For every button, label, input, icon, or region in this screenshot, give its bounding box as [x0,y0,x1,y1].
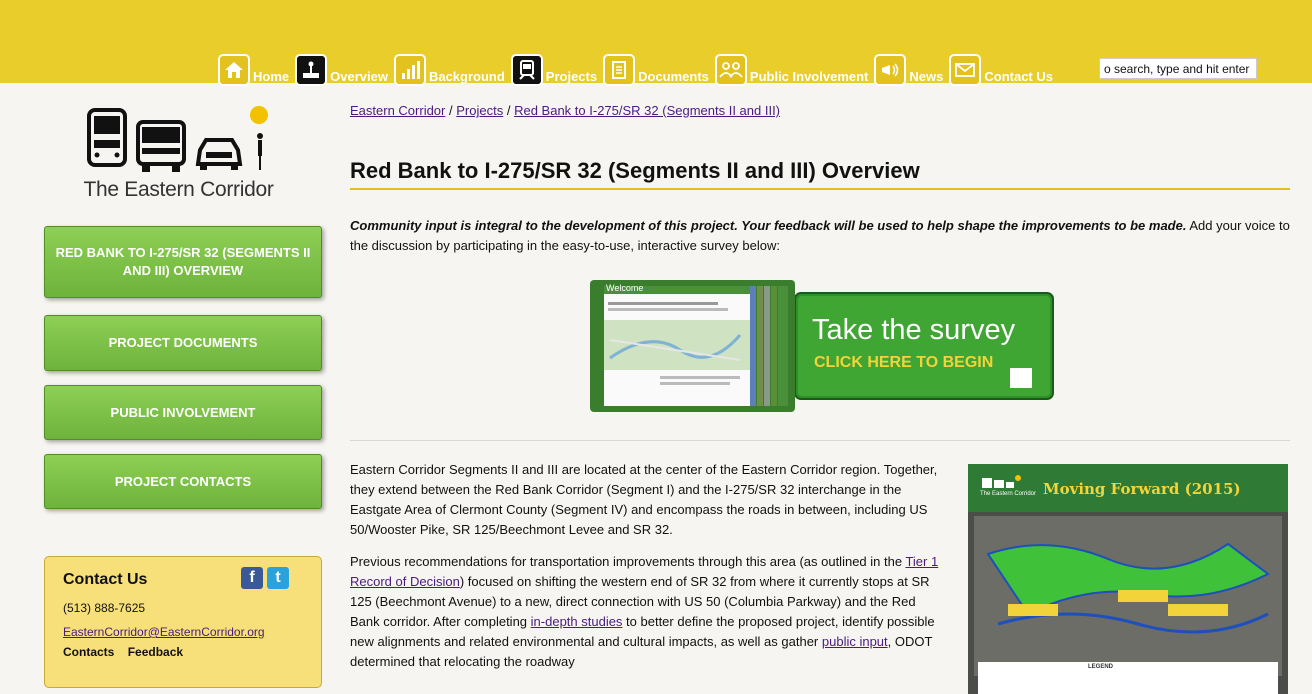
nav-news[interactable]: News [874,54,943,86]
sidebar-button-public-involvement[interactable]: PUBLIC INVOLVEMENT [44,385,322,440]
nav-home[interactable]: Home [218,54,289,86]
megaphone-icon [874,54,907,86]
para2-text-a: Previous recommendations for transportat… [350,554,906,569]
site-logo[interactable]: The Eastern Corridor [76,100,281,205]
nav-contact-us-label: Contact Us [984,69,1053,84]
nav-public-involvement-label: Public Involvement [749,69,869,84]
page-title: Red Bank to I-275/SR 32 (Segments II and… [350,158,920,183]
map-title: Moving Forward (2015) [1043,480,1241,498]
survey-heading: Take the survey [812,314,1016,346]
document-icon [603,54,636,86]
sidebar-button-project-documents[interactable]: PROJECT DOCUMENTS [44,315,322,371]
in-depth-studies-link[interactable]: in-depth studies [531,614,623,629]
train-icon [510,54,543,86]
paragraph-1: Eastern Corridor Segments II and III are… [350,462,938,537]
intro-bold: Community input is integral to the devel… [350,218,1187,233]
map-image [968,464,1288,694]
nav-overview[interactable]: Overview [295,54,388,86]
title-divider [350,188,1290,190]
contact-email-link[interactable]: EasternCorridor@EasternCorridor.org [63,625,265,639]
contact-box: Contact Us f t (513) 888-7625 EasternCor… [44,556,322,688]
breadcrumb-separator: / [506,103,511,118]
feedback-link[interactable]: Feedback [128,645,183,659]
nav-projects[interactable]: Projects [510,54,598,86]
breadcrumb-eastern-corridor[interactable]: Eastern Corridor [350,103,445,118]
envelope-icon [949,54,982,86]
intro-text: Community input is integral to the devel… [350,216,1290,256]
nav-overview-label: Overview [330,69,388,84]
body-text: Eastern Corridor Segments II and III are… [350,460,945,684]
bar-chart-icon [393,54,426,86]
map-legend: LEGEND [1088,664,1114,670]
map-logo-text: The Eastern Corridor [980,491,1037,497]
survey-tab-label: Welcome [606,283,644,293]
breadcrumb-projects[interactable]: Projects [456,103,503,118]
nav-contact-us[interactable]: Contact Us [949,54,1053,86]
moving-forward-map[interactable]: The Eastern Corridor Moving Forward (201… [968,464,1288,694]
breadcrumb: Eastern Corridor / Projects / Red Bank t… [350,103,780,118]
main-nav: Home Overview Background Projects Docume… [218,48,1059,86]
contacts-link[interactable]: Contacts [63,645,114,659]
nav-public-involvement[interactable]: Public Involvement [714,54,869,86]
breadcrumb-separator: / [449,103,453,118]
sidebar-button-overview[interactable]: RED BANK TO I-275/SR 32 (SEGMENTS II AND… [44,226,322,298]
contact-phone: (513) 888-7625 [63,601,146,615]
paragraph-2: Previous recommendations for transportat… [350,552,945,672]
overview-icon [295,54,328,86]
site-header: Home Overview Background Projects Docume… [0,0,1312,86]
twitter-icon[interactable]: t [267,567,289,589]
nav-home-label: Home [253,69,290,84]
people-icon [714,54,747,86]
survey-banner[interactable]: Welcome Take the survey CLICK HERE TO BE… [590,280,1055,412]
nav-documents-label: Documents [638,69,709,84]
nav-news-label: News [909,69,944,84]
transit-vehicles-icon [87,106,268,172]
section-divider [350,440,1290,441]
nav-background-label: Background [428,69,505,84]
facebook-icon[interactable]: f [241,567,263,589]
logo-text: The Eastern Corridor [83,178,274,201]
survey-cta[interactable]: CLICK HERE TO BEGIN [814,354,993,372]
nav-projects-label: Projects [545,69,598,84]
home-icon [218,54,250,86]
breadcrumb-current[interactable]: Red Bank to I-275/SR 32 (Segments II and… [514,103,780,118]
nav-documents[interactable]: Documents [603,54,709,86]
sidebar-button-project-contacts[interactable]: PROJECT CONTACTS [44,454,322,509]
public-input-link[interactable]: public input [822,634,888,649]
search-input[interactable] [1099,58,1257,79]
nav-background[interactable]: Background [393,54,505,86]
